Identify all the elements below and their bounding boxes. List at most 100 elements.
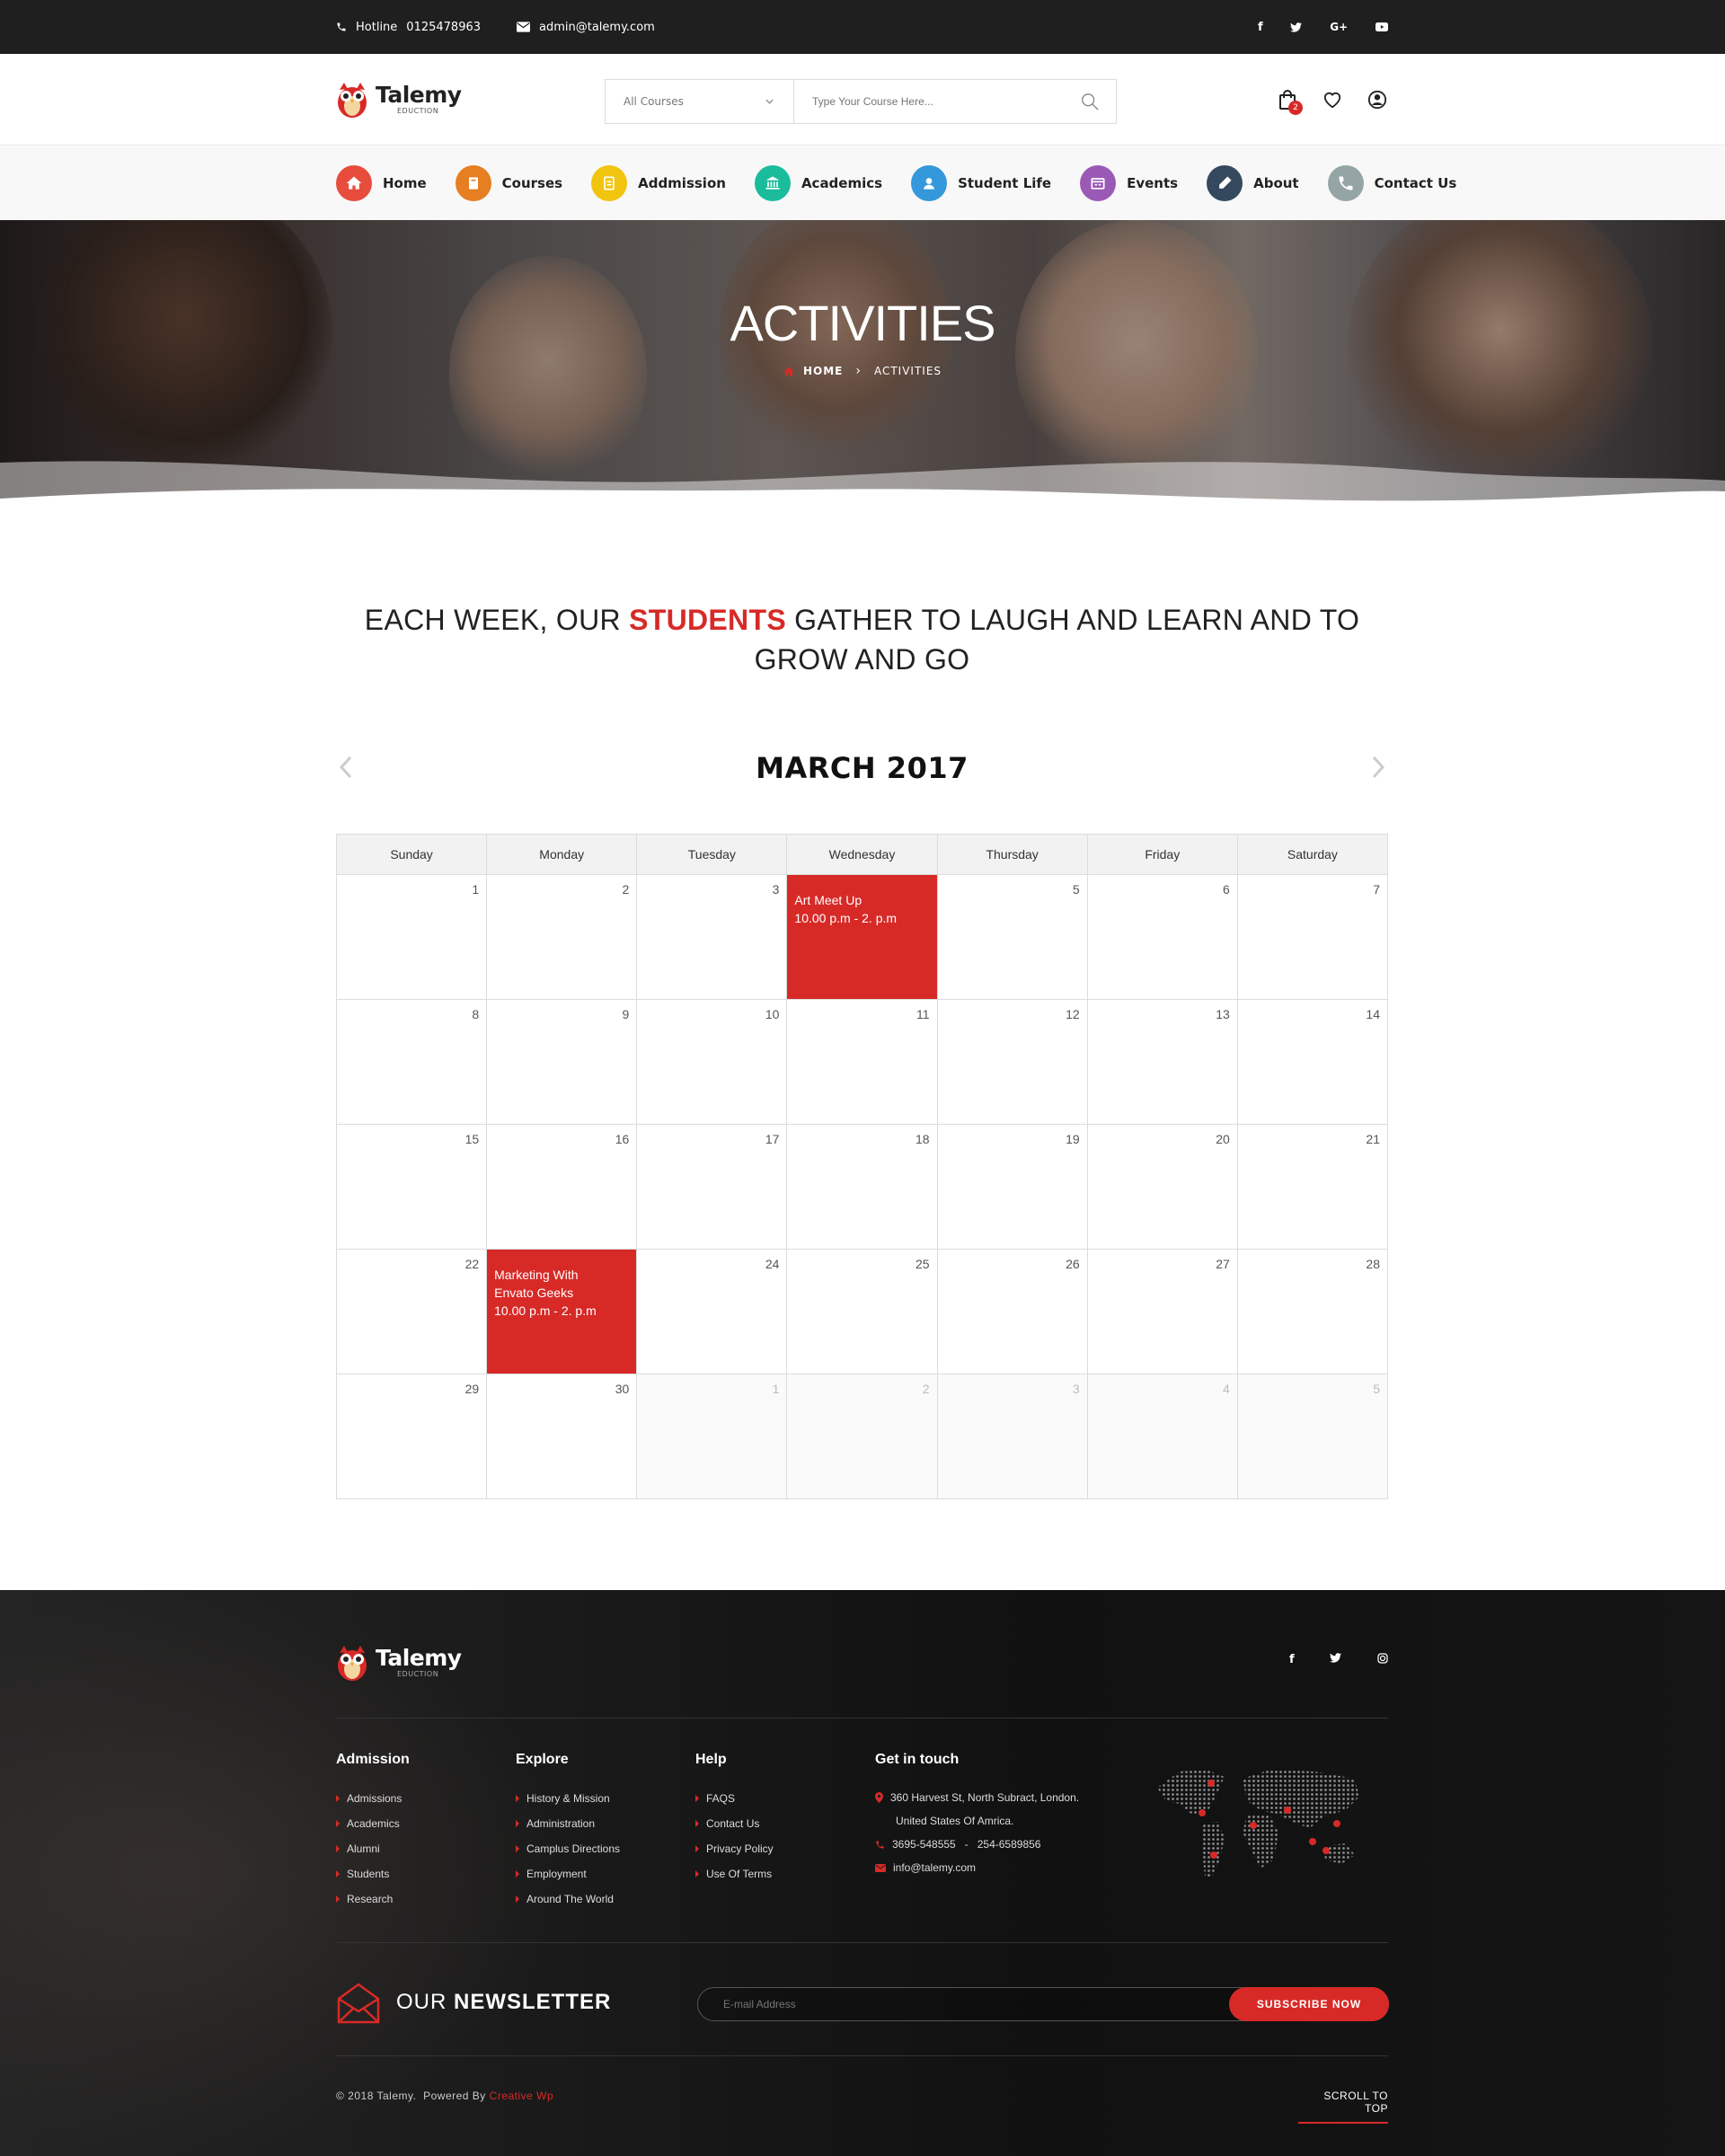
footer-logo[interactable]: Talemy EDUCTION xyxy=(336,1642,462,1682)
footer-link[interactable]: Alumni xyxy=(336,1836,410,1861)
calendar-week: 15 16 17 18 19 20 21 xyxy=(335,1124,1389,1250)
calendar-day[interactable]: 26 xyxy=(936,1249,1088,1374)
logo[interactable]: Talemy EDUCTION xyxy=(336,79,462,119)
powered-by-link[interactable]: Creative Wp xyxy=(490,2090,554,2102)
newsletter-email-input[interactable] xyxy=(723,1988,1172,2020)
day-number: 21 xyxy=(1366,1132,1380,1146)
hotline-number[interactable]: 0125478963 xyxy=(406,21,481,34)
calendar-day[interactable]: 29 xyxy=(335,1374,488,1499)
google-plus-icon[interactable]: G+ xyxy=(1330,21,1348,33)
day-number: 11 xyxy=(916,1007,930,1021)
footer-email-text[interactable]: info@talemy.com xyxy=(893,1856,976,1879)
footer-link[interactable]: Privacy Policy xyxy=(695,1836,774,1861)
calendar-day[interactable]: 12 xyxy=(936,999,1088,1125)
calendar-day[interactable]: 21 xyxy=(1236,1124,1389,1250)
calendar-day-other-month[interactable]: 3 xyxy=(936,1374,1088,1499)
calendar-event-cell[interactable]: Marketing With Envato Geeks 10.00 p.m - 2.… xyxy=(486,1249,638,1374)
footer-link[interactable]: Research xyxy=(336,1886,410,1912)
calendar-day[interactable]: 8 xyxy=(335,999,488,1125)
wishlist-button[interactable] xyxy=(1321,88,1344,111)
caret-right-icon xyxy=(516,1820,519,1827)
youtube-icon[interactable] xyxy=(1376,22,1388,31)
calendar-day[interactable]: 1 xyxy=(335,874,488,1000)
scroll-to-top-link[interactable]: SCROLL TO TOP xyxy=(1298,2090,1388,2124)
calendar-day[interactable]: 10 xyxy=(636,999,788,1125)
calendar-event-cell[interactable]: Art Meet Up 10.00 p.m - 2. p.m xyxy=(786,874,938,1000)
footer-link[interactable]: Employment xyxy=(516,1861,620,1886)
calendar-day[interactable]: 18 xyxy=(786,1124,938,1250)
caret-right-icon xyxy=(516,1895,519,1903)
calendar-day[interactable]: 13 xyxy=(1086,999,1238,1125)
search-input[interactable] xyxy=(812,95,1046,108)
calendar-day[interactable]: 25 xyxy=(786,1249,938,1374)
calendar-day[interactable]: 16 xyxy=(486,1124,638,1250)
footer-link[interactable]: Contact Us xyxy=(695,1811,774,1836)
footer-email[interactable]: info@talemy.com xyxy=(875,1856,1079,1879)
nav-item-student-life[interactable]: Student Life xyxy=(911,165,1051,201)
calendar-day[interactable]: 5 xyxy=(936,874,1088,1000)
footer-link[interactable]: Admissions xyxy=(336,1786,410,1811)
phone-icon xyxy=(337,22,346,31)
calendar-day[interactable]: 22 xyxy=(335,1249,488,1374)
calendar-day[interactable]: 7 xyxy=(1236,874,1389,1000)
calendar-day[interactable]: 9 xyxy=(486,999,638,1125)
calendar-day[interactable]: 11 xyxy=(786,999,938,1125)
calendar-day[interactable]: 6 xyxy=(1086,874,1238,1000)
calendar-day[interactable]: 17 xyxy=(636,1124,788,1250)
calendar-day[interactable]: 24 xyxy=(636,1249,788,1374)
calendar-day[interactable]: 2 xyxy=(486,874,638,1000)
nav-item-addmission[interactable]: Addmission xyxy=(591,165,726,201)
cart-button[interactable]: 2 xyxy=(1276,88,1303,115)
twitter-icon[interactable] xyxy=(1290,22,1303,32)
facebook-icon[interactable]: f xyxy=(1289,1653,1295,1666)
calendar-day[interactable]: 30 xyxy=(486,1374,638,1499)
day-number: 26 xyxy=(1066,1257,1080,1271)
twitter-icon[interactable] xyxy=(1330,1653,1342,1663)
topbar-email[interactable]: admin@talemy.com xyxy=(517,21,655,34)
calendar-day[interactable]: 20 xyxy=(1086,1124,1238,1250)
account-button[interactable] xyxy=(1366,88,1389,111)
next-month-button[interactable] xyxy=(1365,751,1392,783)
category-select[interactable]: All Courses xyxy=(606,80,794,123)
clipboard-icon xyxy=(591,165,628,201)
calendar-event[interactable]: Marketing With Envato Geeks 10.00 p.m - 2.… xyxy=(494,1266,629,1320)
day-number: 7 xyxy=(1373,882,1380,897)
calendar-event[interactable]: Art Meet Up 10.00 p.m - 2. p.m xyxy=(794,891,929,927)
calendar-day[interactable]: 14 xyxy=(1236,999,1389,1125)
intro-text-start: EACH WEEK, OUR xyxy=(364,604,630,636)
search-icon[interactable] xyxy=(1080,92,1100,111)
day-number: 28 xyxy=(1366,1257,1380,1271)
footer-link[interactable]: Administration xyxy=(516,1811,620,1836)
day-number: 8 xyxy=(472,1007,480,1021)
footer-link[interactable]: Academics xyxy=(336,1811,410,1836)
newsletter-title-bold: NEWSLETTER xyxy=(454,1990,612,2014)
calendar-day-other-month[interactable]: 2 xyxy=(786,1374,938,1499)
nav-item-contact-us[interactable]: Contact Us xyxy=(1327,165,1456,201)
footer-link[interactable]: Students xyxy=(336,1861,410,1886)
instagram-icon[interactable] xyxy=(1377,1653,1388,1664)
calendar-day[interactable]: 19 xyxy=(936,1124,1088,1250)
envelope-icon xyxy=(337,1983,380,2024)
subscribe-button[interactable]: SUBSCRIBE NOW xyxy=(1229,1987,1389,2021)
breadcrumb-home[interactable]: HOME xyxy=(803,365,843,377)
calendar-day-other-month[interactable]: 1 xyxy=(636,1374,788,1499)
calendar-day[interactable]: 28 xyxy=(1236,1249,1389,1374)
footer-link[interactable]: Around The World xyxy=(516,1886,620,1912)
footer-link[interactable]: History & Mission xyxy=(516,1786,620,1811)
calendar-day-other-month[interactable]: 4 xyxy=(1086,1374,1238,1499)
calendar-day[interactable]: 15 xyxy=(335,1124,488,1250)
nav-item-academics[interactable]: Academics xyxy=(754,165,882,201)
nav-item-about[interactable]: About xyxy=(1207,165,1299,201)
footer-link[interactable]: Use Of Terms xyxy=(695,1861,774,1886)
facebook-icon[interactable]: f xyxy=(1258,21,1263,34)
calendar-day-other-month[interactable]: 5 xyxy=(1236,1374,1389,1499)
footer-link[interactable]: FAQS xyxy=(695,1786,774,1811)
nav-item-home[interactable]: Home xyxy=(336,165,427,201)
email-link[interactable]: admin@talemy.com xyxy=(539,21,655,34)
footer-link[interactable]: Camplus Directions xyxy=(516,1836,620,1861)
calendar-day[interactable]: 3 xyxy=(636,874,788,1000)
footer-address-line-2: United States Of Amrica. xyxy=(896,1815,1014,1827)
calendar-day[interactable]: 27 xyxy=(1086,1249,1238,1374)
nav-item-events[interactable]: Events xyxy=(1080,165,1178,201)
nav-item-courses[interactable]: Courses xyxy=(455,165,562,201)
